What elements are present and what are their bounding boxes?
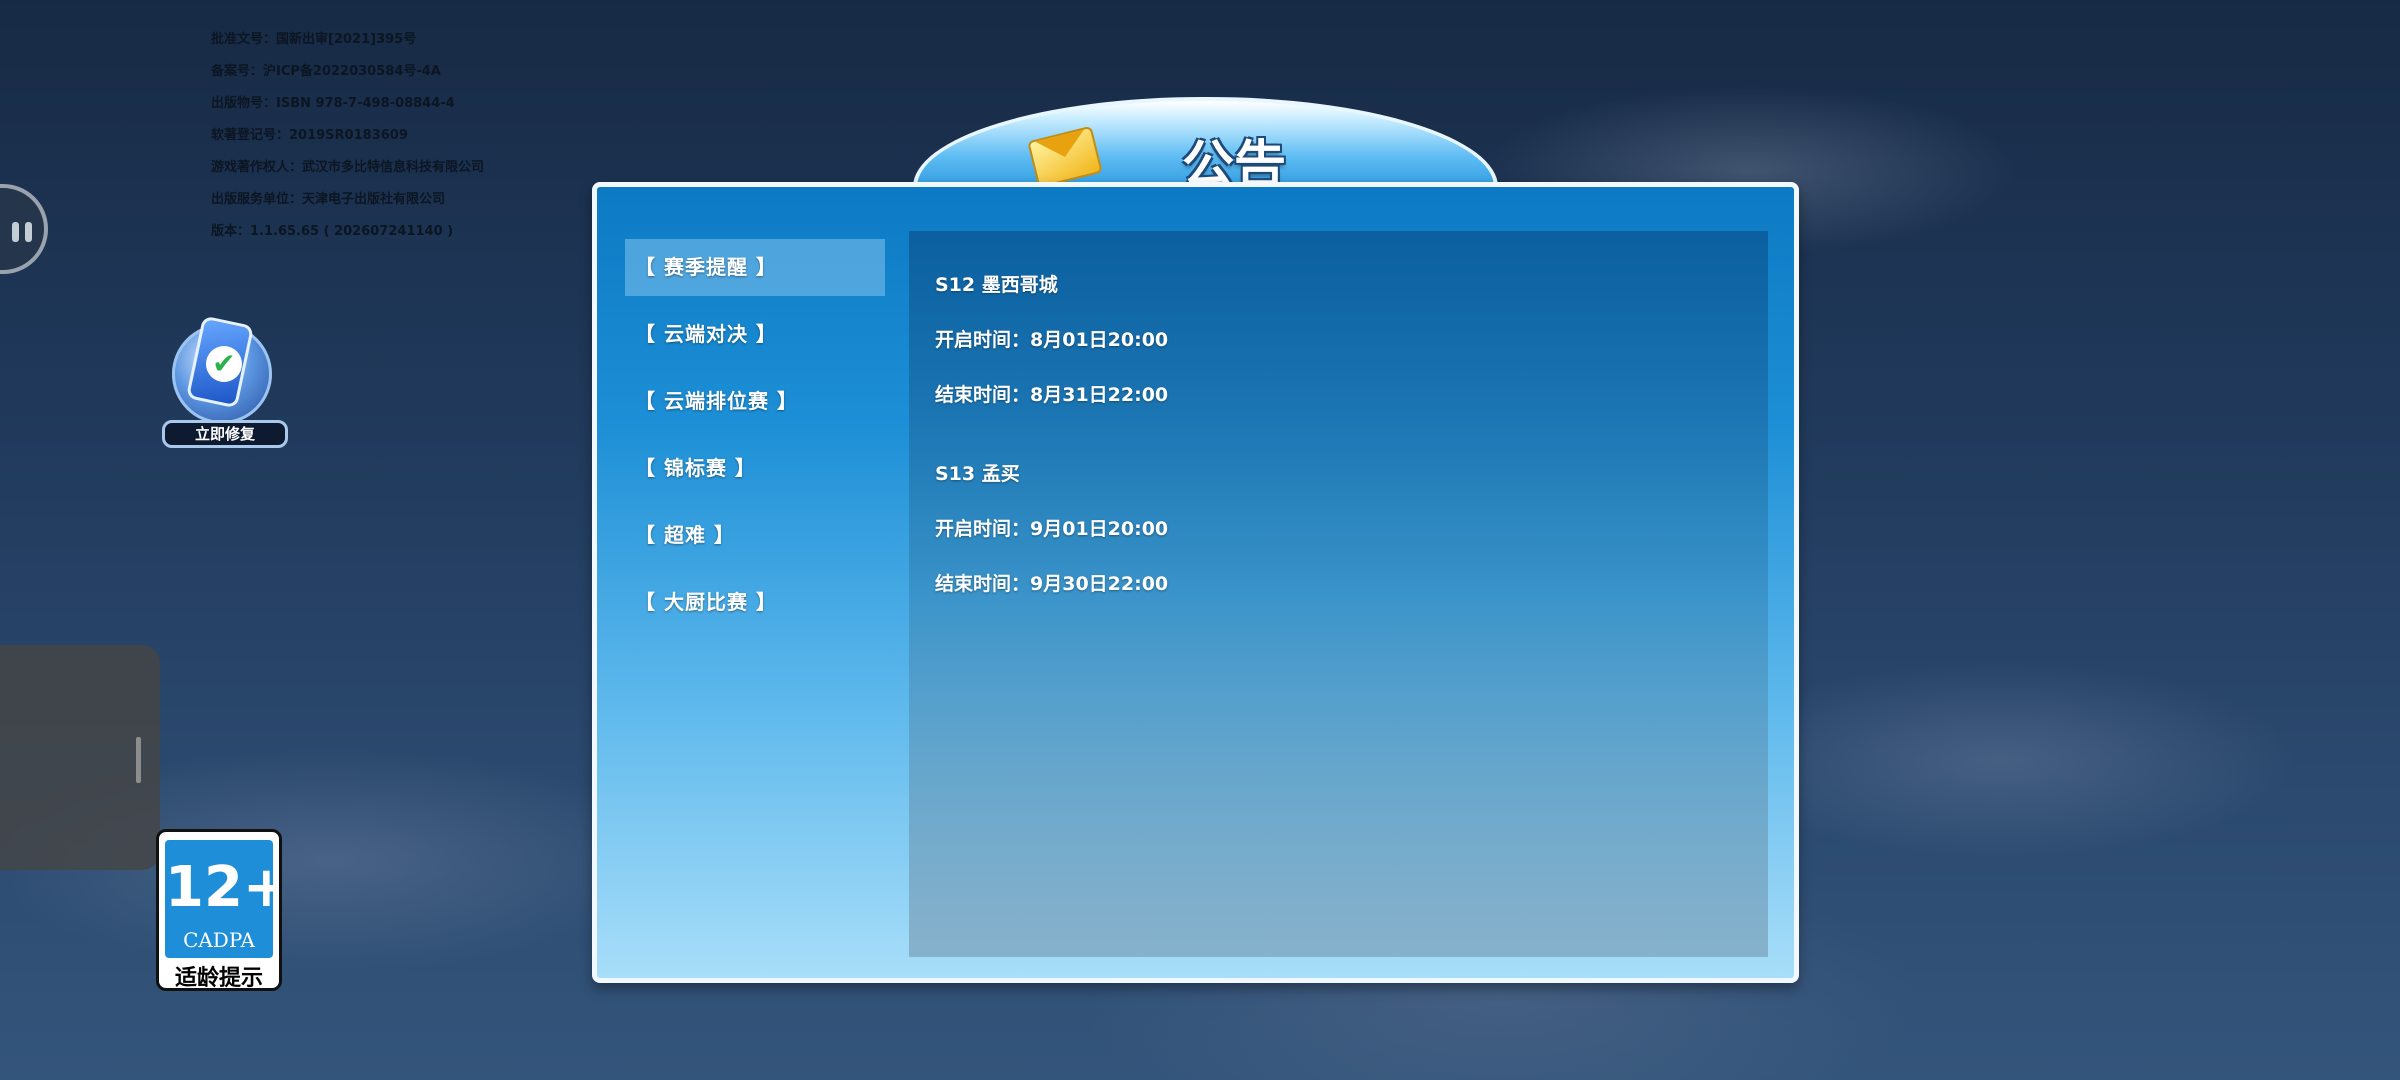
season-end-time: 结束时间：8月31日22:00 bbox=[935, 384, 1169, 406]
tab-super-hard[interactable]: 【 超难 】 bbox=[625, 507, 885, 564]
copyright-number: 软著登记号：2019SR0183609 bbox=[211, 128, 408, 143]
announcement-panel: 【 赛季提醒 】 【 云端对决 】 【 云端排位赛 】 【 锦标赛 】 【 超难… bbox=[592, 182, 1799, 983]
dock-grip-handle[interactable] bbox=[136, 737, 141, 783]
season-end-time: 结束时间：9月30日22:00 bbox=[935, 573, 1169, 595]
tab-cloud-duel[interactable]: 【 云端对决 】 bbox=[625, 306, 885, 363]
repair-button[interactable]: ✔ 立即修复 bbox=[162, 315, 288, 452]
icp-number: 备案号：沪ICP备2022030584号-4A bbox=[211, 64, 441, 79]
season-name: S12 墨西哥城 bbox=[935, 274, 1058, 296]
season-entry: S13 孟买 开启时间：9月01日20:00 结束时间：9月30日22:00 bbox=[935, 462, 1768, 596]
age-rating-value: 12+ bbox=[165, 855, 282, 920]
age-rating-tip: 适龄提示 bbox=[174, 966, 263, 991]
legal-info: 批准文号：国新出审[2021]395号 备案号：沪ICP备2022030584号… bbox=[211, 24, 571, 248]
tab-chef-contest[interactable]: 【 大厨比赛 】 bbox=[625, 574, 885, 631]
copyright-holder: 游戏著作权人：武汉市多比特信息科技有限公司 bbox=[211, 160, 485, 175]
publisher: 出版服务单位：天津电子出版社有限公司 bbox=[211, 192, 446, 207]
age-rating-org: CADPA bbox=[183, 928, 255, 952]
season-start-time: 开启时间：9月01日20:00 bbox=[935, 518, 1169, 540]
check-icon: ✔ bbox=[206, 346, 242, 382]
side-menu-handle[interactable] bbox=[0, 184, 48, 274]
announcement-content[interactable]: S12 墨西哥城 开启时间：8月01日20:00 结束时间：8月31日22:00… bbox=[909, 231, 1768, 957]
repair-label: 立即修复 bbox=[162, 420, 288, 448]
pause-icon bbox=[12, 222, 36, 242]
age-rating-block: 12+ CADPA bbox=[165, 840, 282, 958]
announcement-tabs: 【 赛季提醒 】 【 云端对决 】 【 云端排位赛 】 【 锦标赛 】 【 超难… bbox=[625, 239, 885, 641]
left-dock-panel[interactable] bbox=[0, 645, 160, 870]
tab-season-reminder[interactable]: 【 赛季提醒 】 bbox=[625, 239, 885, 296]
isbn-number: 出版物号：ISBN 978-7-498-08844-4 bbox=[211, 96, 455, 111]
season-name: S13 孟买 bbox=[935, 463, 1020, 485]
season-start-time: 开启时间：8月01日20:00 bbox=[935, 329, 1169, 351]
tab-tournament[interactable]: 【 锦标赛 】 bbox=[625, 440, 885, 497]
envelope-icon bbox=[1027, 125, 1103, 189]
version: 版本：1.1.65.65 ( 202607241140 ) bbox=[211, 224, 454, 239]
approval-number: 批准文号：国新出审[2021]395号 bbox=[211, 32, 417, 47]
age-rating-badge: 12+ CADPA 适龄提示 bbox=[156, 829, 282, 991]
tab-cloud-ranked[interactable]: 【 云端排位赛 】 bbox=[625, 373, 885, 430]
season-entry: S12 墨西哥城 开启时间：8月01日20:00 结束时间：8月31日22:00 bbox=[935, 273, 1768, 407]
